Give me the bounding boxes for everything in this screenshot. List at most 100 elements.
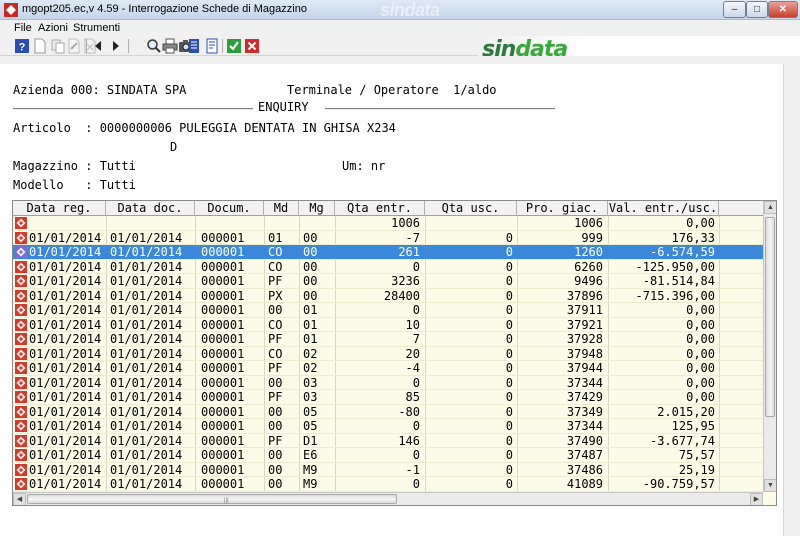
cell-docum: 000001 [201, 477, 245, 491]
table-row[interactable]: 01/01/2014 01/01/2014 000001 00 E6 0 0 37487 75,… [13, 448, 763, 463]
table-row[interactable]: 01/01/2014 01/01/2014 000001 00 05 -80 0 37349 2… [13, 404, 763, 419]
col-mg[interactable]: Mg [299, 201, 335, 216]
menu-file[interactable]: File [14, 22, 32, 34]
table-row[interactable]: 01/01/2014 01/01/2014 000001 00 M9 0 0 41089 -90… [13, 477, 763, 492]
cell-qta-usc: 0 [505, 332, 513, 346]
menu-azioni[interactable]: Azioni [38, 22, 68, 34]
table-row[interactable]: 01/01/2014 01/01/2014 000001 01 00 -7 0 999 176,… [13, 230, 763, 245]
cell-val: -81.514,84 [642, 274, 715, 288]
notes-icon[interactable] [186, 38, 202, 54]
table-row[interactable]: 01/01/2014 01/01/2014 000001 00 01 0 0 37911 0,0… [13, 303, 763, 318]
cell-docum: 000001 [201, 274, 245, 288]
table-row[interactable]: 01/01/2014 01/01/2014 000001 PF 03 85 0 37429 0,… [13, 390, 763, 405]
articolo-field: Articolo : 0000000006 PULEGGIA DENTATA I… [13, 121, 396, 135]
next-icon[interactable] [108, 38, 124, 54]
table-row[interactable]: 01/01/2014 01/01/2014 000001 PF 02 -4 0 37944 0,… [13, 361, 763, 376]
table-row[interactable]: 01/01/2014 01/01/2014 000001 CO 00 0 0 6260 -125… [13, 260, 763, 274]
col-qta-usc[interactable]: Qta usc. [425, 201, 517, 216]
grid-horizontal-scrollbar[interactable]: ◀ ||| ▶ [13, 492, 763, 505]
cell-docum: 000001 [201, 448, 245, 462]
cancel-icon[interactable] [244, 38, 260, 54]
col-pro-giac[interactable]: Pro. giac. [517, 201, 608, 216]
cell-docum: 000001 [201, 288, 245, 303]
azienda-label: Azienda 000: SINDATA SPA [13, 83, 187, 97]
row-status-icon [15, 289, 27, 302]
cell-mg: 01 [303, 303, 318, 317]
cell-data-doc: 01/01/2014 [110, 288, 183, 303]
close-button[interactable]: ✕ [768, 1, 798, 18]
enquiry-title: ENQUIRY [258, 100, 309, 114]
cell-docum: 000001 [201, 433, 245, 448]
cell-mg: 00 [303, 274, 318, 288]
row-status-icon [15, 463, 27, 476]
cell-data-reg: 01/01/2014 [29, 477, 102, 491]
cell-data-doc: 01/01/2014 [110, 245, 183, 259]
table-row[interactable]: 01/01/2014 01/01/2014 000001 00 M9 -1 0 37486 25… [13, 462, 763, 477]
cell-qta-usc: 0 [505, 419, 513, 433]
col-qta-entr[interactable]: Qta entr. [335, 201, 425, 216]
col-val[interactable]: Val. entr./usc. [608, 201, 719, 216]
svg-text:?: ? [19, 42, 26, 54]
cell-data-doc: 01/01/2014 [110, 419, 183, 433]
vertical-scroll-thumb[interactable] [765, 217, 775, 417]
table-row[interactable]: 01/01/2014 01/01/2014 000001 PX 00 28400 0 3789… [13, 288, 763, 303]
cell-docum: 000001 [201, 346, 245, 361]
col-docum[interactable]: Docum. [195, 201, 264, 216]
scroll-right-icon[interactable]: ▶ [750, 493, 763, 505]
table-row[interactable]: 01/01/2014 01/01/2014 000001 CO 00 261 0 1260 -6… [13, 245, 763, 260]
cell-mg: 05 [303, 404, 318, 419]
grid-vertical-scrollbar[interactable]: ▲ ▼ [763, 201, 776, 492]
col-md[interactable]: Md [264, 201, 299, 216]
cell-data-doc: 01/01/2014 [110, 332, 183, 346]
new-doc-icon[interactable] [32, 38, 48, 54]
cell-pro-giac: 37486 [566, 462, 603, 477]
cell-md: CO [268, 346, 283, 361]
magazzino-field: Magazzino : Tutti [13, 159, 136, 173]
scroll-left-icon[interactable]: ◀ [13, 493, 26, 505]
cell-pro-giac: 37429 [566, 390, 603, 404]
cell-mg: 03 [303, 375, 318, 390]
table-row[interactable]: 01/01/2014 01/01/2014 000001 CO 02 20 0 37948 0,… [13, 346, 763, 361]
col-data-reg[interactable]: Data reg. [13, 201, 106, 216]
cell-qta-entr: -1 [405, 462, 420, 477]
print-icon[interactable] [162, 38, 178, 54]
prev-icon[interactable] [90, 38, 106, 54]
cell-data-doc: 01/01/2014 [110, 230, 183, 245]
cell-data-doc: 01/01/2014 [110, 303, 183, 317]
copy-icon[interactable] [50, 38, 66, 54]
search-icon[interactable] [146, 38, 162, 54]
cell-docum: 000001 [201, 317, 245, 332]
help-icon[interactable]: ? [14, 38, 30, 54]
scroll-down-icon[interactable]: ▼ [764, 479, 776, 492]
cell-docum: 000001 [201, 303, 245, 317]
horizontal-scroll-thumb[interactable]: ||| [27, 494, 397, 504]
doc-icon[interactable] [204, 38, 220, 54]
table-row[interactable]: 01/01/2014 01/01/2014 000001 CO 01 10 0 37921 0,… [13, 317, 763, 332]
cell-md: PF [268, 361, 283, 375]
menu-strumenti[interactable]: Strumenti [73, 22, 120, 34]
window-title: mgopt205.ec,v 4.59 - Interrogazione Sche… [22, 3, 307, 15]
cell-md: 01 [268, 230, 283, 245]
cell-val: 176,33 [671, 230, 715, 245]
edit-icon[interactable] [66, 38, 82, 54]
table-row[interactable]: 01/01/2014 01/01/2014 000001 PF D1 146 0 37490 -… [13, 433, 763, 448]
row-status-icon [15, 333, 27, 345]
table-row[interactable]: 01/01/2014 01/01/2014 000001 PF 01 7 0 37928 0,0… [13, 332, 763, 347]
table-row[interactable]: 01/01/2014 01/01/2014 000001 00 05 0 0 37344 125… [13, 419, 763, 434]
confirm-icon[interactable] [226, 38, 242, 54]
col-data-doc[interactable]: Data doc. [106, 201, 195, 216]
table-row[interactable]: 01/01/2014 01/01/2014 000001 PF 00 3236 0 9496 -… [13, 274, 763, 289]
table-row[interactable]: 1006 1006 0,00 [13, 216, 763, 231]
movements-grid[interactable]: Data reg. Data doc. Docum. Md Mg Qta ent… [12, 200, 777, 506]
window-scrollbar[interactable] [783, 64, 800, 536]
cell-val: -3.677,74 [649, 433, 715, 448]
row-status-icon [15, 478, 27, 490]
minimize-button[interactable]: – [723, 1, 746, 18]
table-row[interactable]: 01/01/2014 01/01/2014 000001 00 03 0 0 37344 0,0… [13, 375, 763, 390]
scroll-up-icon[interactable]: ▲ [764, 201, 776, 214]
cell-qta-usc: 0 [505, 477, 513, 491]
cell-pro-giac: 37349 [566, 404, 603, 419]
modello-field: Modello : Tutti [13, 178, 136, 192]
row-status-icon [15, 420, 27, 432]
maximize-button[interactable]: □ [746, 1, 768, 18]
